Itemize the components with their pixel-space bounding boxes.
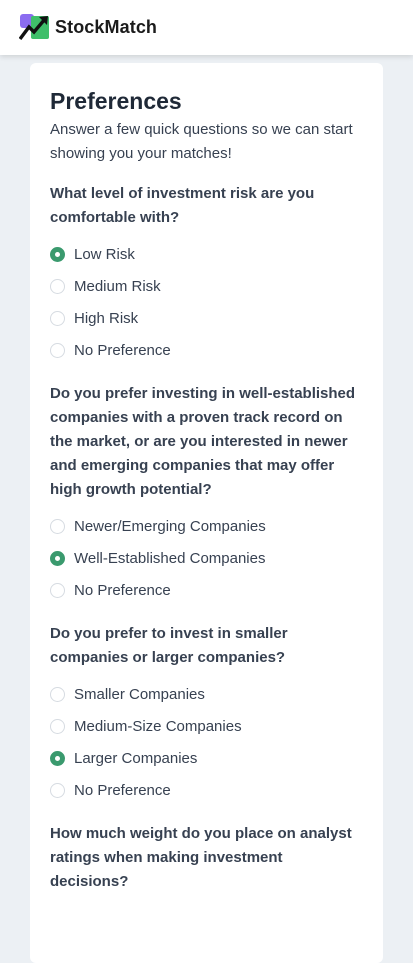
option-label: Well-Established Companies xyxy=(74,549,266,567)
radio-button-selected[interactable] xyxy=(50,550,65,566)
radio-button[interactable] xyxy=(50,310,65,326)
radio-button[interactable] xyxy=(50,342,65,358)
option-newer-emerging[interactable]: Newer/Emerging Companies xyxy=(50,510,363,542)
question-analyst-ratings: How much weight do you place on analyst … xyxy=(50,822,363,894)
option-low-risk[interactable]: Low Risk xyxy=(50,238,363,270)
app-header: StockMatch xyxy=(0,0,413,55)
option-label: High Risk xyxy=(74,309,139,327)
option-well-established[interactable]: Well-Established Companies xyxy=(50,542,363,574)
option-no-preference[interactable]: No Preference xyxy=(50,334,363,366)
option-no-preference[interactable]: No Preference xyxy=(50,574,363,606)
radio-button[interactable] xyxy=(50,518,65,534)
page-subtitle: Answer a few quick questions so we can s… xyxy=(50,121,353,162)
radio-button[interactable] xyxy=(50,686,65,702)
option-larger-companies[interactable]: Larger Companies xyxy=(50,742,363,774)
radio-button-selected[interactable] xyxy=(50,246,65,262)
question-text: Do you prefer to invest in smaller compa… xyxy=(50,625,288,666)
stock-growth-arrow-icon[interactable] xyxy=(19,14,50,41)
option-label: Medium Risk xyxy=(74,277,161,295)
question-text: Do you prefer investing in well-establis… xyxy=(50,385,356,498)
option-medium-size-companies[interactable]: Medium-Size Companies xyxy=(50,710,363,742)
option-label: Newer/Emerging Companies xyxy=(74,517,266,535)
radio-group: Newer/Emerging Companies Well-Establishe… xyxy=(50,510,363,606)
radio-button[interactable] xyxy=(50,782,65,798)
page-title: Preferences xyxy=(50,88,182,114)
radio-group: Low Risk Medium Risk High Risk No Prefer… xyxy=(50,238,363,366)
question-company-size: Do you prefer to invest in smaller compa… xyxy=(50,622,363,806)
option-label: Smaller Companies xyxy=(74,685,205,703)
option-label: No Preference xyxy=(74,341,171,359)
option-medium-risk[interactable]: Medium Risk xyxy=(50,270,363,302)
question-company-maturity: Do you prefer investing in well-establis… xyxy=(50,382,363,606)
option-high-risk[interactable]: High Risk xyxy=(50,302,363,334)
radio-button-selected[interactable] xyxy=(50,750,65,766)
option-label: Low Risk xyxy=(74,245,135,263)
preferences-card: Preferences Answer a few quick questions… xyxy=(30,63,383,963)
radio-button[interactable] xyxy=(50,278,65,294)
radio-group: Smaller Companies Medium-Size Companies … xyxy=(50,678,363,806)
question-risk-level: What level of investment risk are you co… xyxy=(50,182,363,366)
radio-button[interactable] xyxy=(50,718,65,734)
option-label: Larger Companies xyxy=(74,749,198,767)
option-no-preference[interactable]: No Preference xyxy=(50,774,363,806)
radio-button[interactable] xyxy=(50,582,65,598)
option-label: No Preference xyxy=(74,781,171,799)
option-label: No Preference xyxy=(74,581,171,599)
option-label: Medium-Size Companies xyxy=(74,717,242,735)
question-text: What level of investment risk are you co… xyxy=(50,185,315,226)
app-name: StockMatch xyxy=(55,17,158,37)
question-text: How much weight do you place on analyst … xyxy=(50,825,352,890)
option-smaller-companies[interactable]: Smaller Companies xyxy=(50,678,363,710)
